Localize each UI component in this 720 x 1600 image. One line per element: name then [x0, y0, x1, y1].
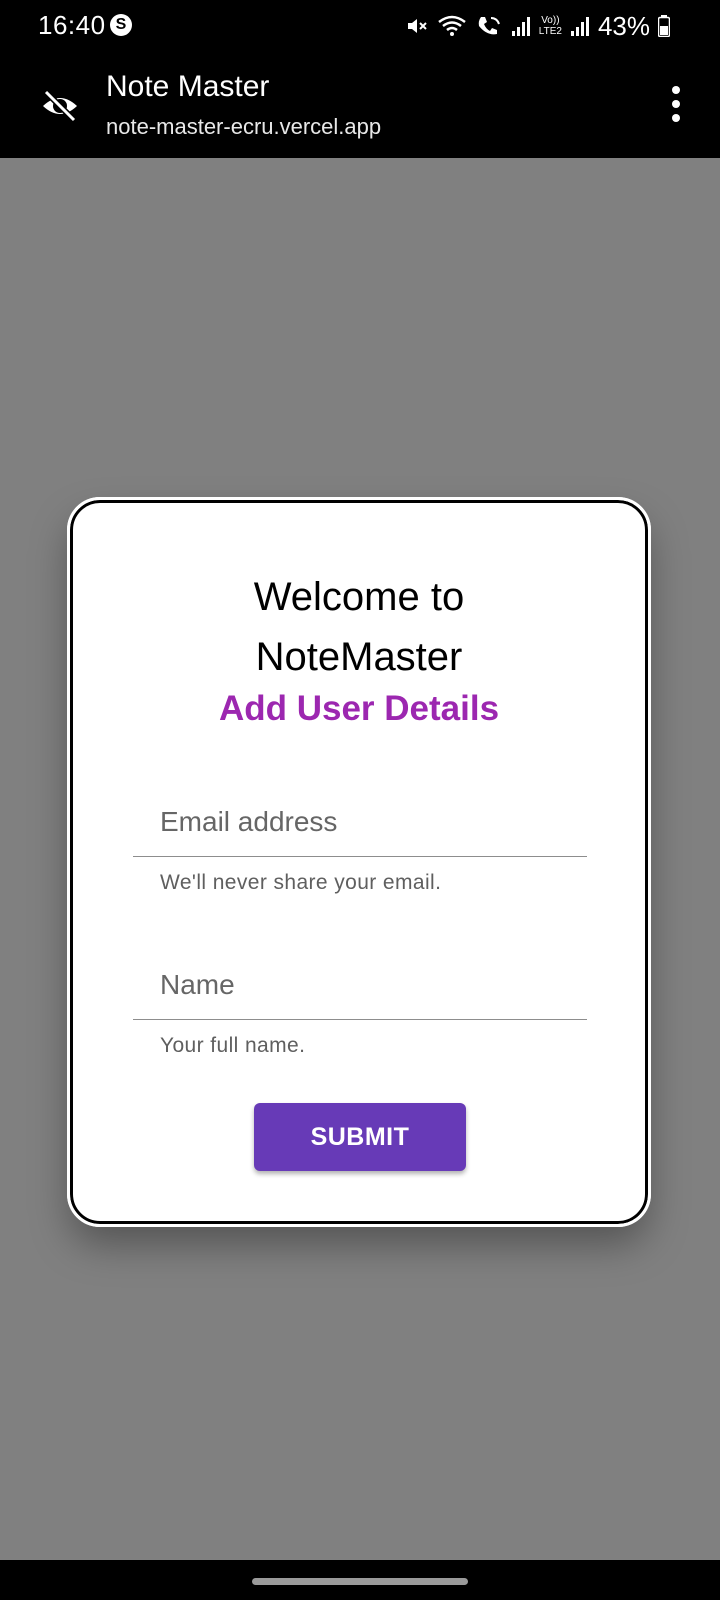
name-input[interactable]: [133, 950, 587, 1020]
user-details-dialog: Welcome to NoteMaster Add User Details W…: [67, 497, 651, 1227]
incognito-eye-off-icon[interactable]: [40, 86, 80, 126]
status-time: 16:40: [38, 10, 106, 40]
signal-icon: [511, 17, 530, 36]
page-url: note-master-ecru.vercel.app: [106, 114, 382, 139]
welcome-heading: Welcome to NoteMaster: [73, 567, 645, 687]
lte-label: LTE2: [538, 26, 562, 37]
signal-icon: [570, 17, 589, 36]
more-vert-icon[interactable]: [664, 82, 688, 126]
wifi-calling-icon: [478, 17, 500, 35]
email-field-group: We'll never share your email.: [133, 787, 587, 895]
welcome-line-1: Welcome to: [253, 575, 465, 619]
name-helper-text: Your full name.: [160, 1034, 306, 1057]
email-helper-text: We'll never share your email.: [160, 871, 442, 894]
wifi-icon: [438, 15, 466, 36]
battery-icon: [658, 15, 670, 37]
browser-toolbar: Note Master note-master-ecru.vercel.app: [0, 52, 720, 158]
status-bar: 16:40 S Vo)) LTE2 43%: [0, 0, 720, 52]
system-nav-bar: [0, 1560, 720, 1600]
email-input[interactable]: [133, 787, 587, 857]
volte-label: Vo)): [541, 15, 560, 26]
welcome-line-2: NoteMaster: [255, 635, 463, 679]
mute-icon: [407, 19, 427, 33]
status-icons: Vo)) LTE2 43%: [405, 10, 670, 42]
page-title: Note Master: [106, 70, 270, 103]
app-notification-icon: S: [110, 14, 132, 36]
battery-percent: 43%: [597, 10, 650, 41]
gesture-handle[interactable]: [252, 1578, 468, 1585]
volte-lte-indicator: Vo)) LTE2: [539, 15, 562, 37]
submit-button[interactable]: SUBMIT: [254, 1103, 466, 1171]
name-field-group: Your full name.: [133, 950, 587, 1058]
dialog-subtitle: Add User Details: [218, 689, 500, 728]
